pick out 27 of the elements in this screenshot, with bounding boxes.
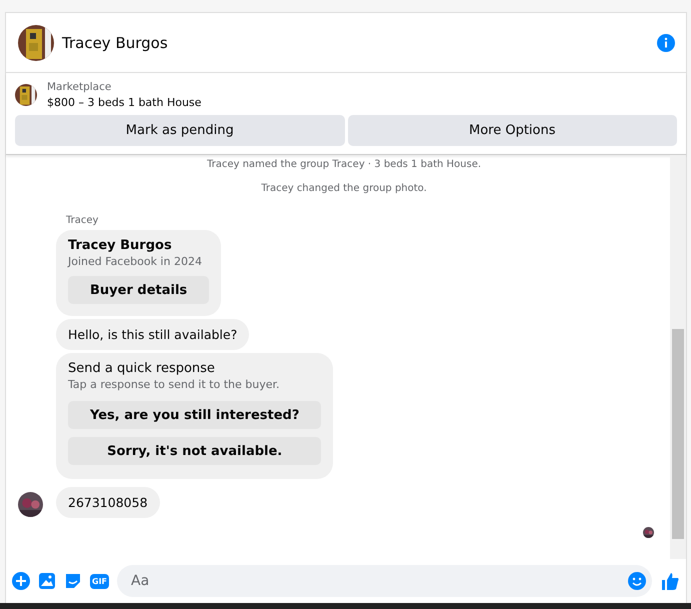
profile-name: Tracey Burgos [68,238,172,253]
scrollbar-thumb[interactable] [672,329,684,539]
listing-title: $800 – 3 beds 1 bath House [47,96,202,109]
quick-response-subtitle: Tap a response to send it to the buyer. [68,378,280,391]
gif-icon[interactable]: GIF [90,574,110,588]
message-bubble: 2673108058 [56,487,160,518]
message-field[interactable]: Aa [117,565,652,597]
buyer-details-button[interactable]: Buyer details [68,276,210,304]
quick-response-button[interactable]: Sorry, it's not available. [68,437,322,465]
emoji-icon[interactable] [628,572,646,590]
message-bubble: Hello, is this still available? [56,319,250,350]
sender-name: Tracey [66,215,100,226]
sticker-icon[interactable] [64,572,82,590]
plus-icon[interactable] [12,572,30,590]
profile-subtitle: Joined Facebook in 2024 [68,255,202,268]
group-event: Tracey changed the group photo. [261,183,427,194]
image-icon[interactable] [38,572,56,590]
message-field[interactable]: Aa [129,572,628,590]
marketplace-label: Marketplace [47,81,112,93]
quick-response-title: Send a quick response [68,361,216,376]
thumbs-up-icon[interactable] [660,571,680,591]
chat-title: Tracey Burgos [62,34,169,52]
action-button[interactable]: Mark as pending [15,115,344,146]
quick-response-button[interactable]: Yes, are you still interested? [68,401,322,429]
group-event: Tracey named the group Tracey · 3 beds 1 bath House. [206,159,482,170]
action-button[interactable]: More Options [348,115,677,146]
info-icon[interactable] [656,32,676,52]
